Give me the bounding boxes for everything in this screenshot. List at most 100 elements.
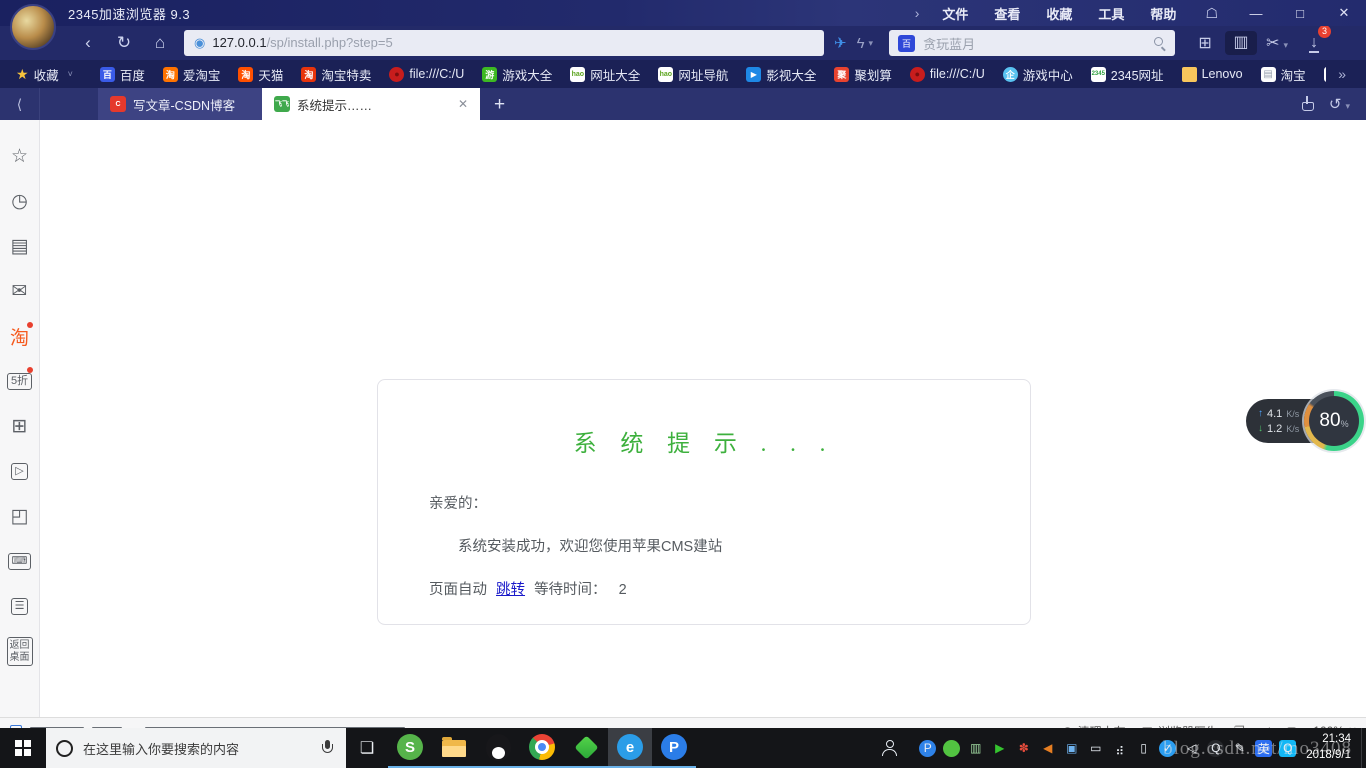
back-button[interactable]: ‹ (70, 33, 106, 53)
menu-file[interactable]: 文件 (929, 4, 981, 23)
sidebar-item[interactable]: ▷ (0, 449, 40, 494)
cortana-icon (56, 740, 73, 757)
memory-usage-ring[interactable]: 80 % (1304, 391, 1364, 451)
bookmarks-overflow-chevron[interactable]: » (1326, 66, 1358, 82)
microphone-icon[interactable] (322, 740, 332, 756)
bookmark-item[interactable]: hao 网址大全 (561, 65, 649, 84)
tray-icon[interactable] (943, 740, 960, 757)
sidebar-item[interactable]: 5折 (0, 359, 40, 404)
menu-favorites[interactable]: 收藏 (1033, 4, 1085, 23)
bookmark-item[interactable]: 淘 爱淘宝 (154, 65, 230, 84)
search-input[interactable]: 贪玩蓝月 (923, 34, 1146, 53)
cortana-search-box[interactable]: 在这里输入你要搜索的内容 (46, 728, 346, 768)
jump-link[interactable]: 跳转 (496, 582, 525, 598)
taskbar-app[interactable]: e (608, 728, 652, 768)
bookmark-label: 天猫 (258, 65, 283, 84)
tray-icon[interactable]: ▥ (967, 740, 984, 757)
restore-tab-button[interactable]: ↺▾ (1329, 95, 1350, 114)
tray-icon[interactable]: P (919, 740, 936, 757)
sidebar-item[interactable]: 返回桌面 (0, 629, 40, 674)
skin-theme-icon[interactable]: ☖ (1189, 5, 1234, 22)
bookmark-item[interactable]: 聚 聚划算 (825, 65, 901, 84)
user-avatar[interactable] (10, 4, 56, 50)
taskbar-app[interactable] (432, 728, 476, 768)
tray-icon[interactable]: ▶ (991, 740, 1008, 757)
bookmark-item[interactable]: 游 游戏大全 (473, 65, 561, 84)
search-box[interactable]: 百 贪玩蓝月 (889, 30, 1175, 56)
favorites-menu[interactable]: ★ 收藏 ˅ (8, 65, 81, 84)
clean-traces-broom-icon[interactable] (1299, 96, 1315, 112)
search-icon[interactable] (1154, 37, 1166, 49)
reading-mode-icon[interactable]: ▥ (1225, 31, 1257, 55)
new-tab-button[interactable]: + (494, 90, 505, 120)
taskbar-app[interactable] (476, 728, 520, 768)
maximize-button[interactable]: □ (1278, 6, 1322, 21)
bookmark-item[interactable]: 淘 天猫 (229, 65, 292, 84)
sidebar-item[interactable]: ◰ (0, 494, 40, 539)
bookmark-item[interactable]: 2345 2345网址 (1082, 65, 1173, 84)
tray-icon[interactable]: ▣ (1063, 740, 1080, 757)
tab-csdn[interactable]: C 写文章-CSDN博客 (98, 88, 262, 120)
bookmark-item[interactable]: ● file:///C:/U (901, 67, 994, 82)
bookmark-item[interactable]: ▤ hao123导 (1315, 65, 1327, 84)
home-button[interactable]: ⌂ (142, 33, 178, 53)
tray-icon[interactable]: ⣴ (1111, 740, 1128, 757)
bookmark-item[interactable]: ● file:///C:/U (380, 67, 473, 82)
extensions-icon[interactable]: ⊞ (1189, 33, 1221, 53)
sidebar-item-icon: ▤ (11, 235, 29, 258)
taskbar-app[interactable] (564, 728, 608, 768)
sidebar-item[interactable]: ⌨ (0, 539, 40, 584)
sidebar-item-icon: ☆ (11, 145, 28, 168)
tab-system-prompt[interactable]: 飞飞 系统提示…… ✕ (262, 88, 480, 120)
start-button[interactable] (0, 728, 46, 768)
menu-help[interactable]: 帮助 (1137, 4, 1189, 23)
speed-widget[interactable]: ↑ 4.1 K/s ↓ 1.2 K/s 80 % (1246, 391, 1366, 451)
sidebar-item[interactable]: ⊞ (0, 404, 40, 449)
bookmark-label: 网址导航 (678, 65, 728, 84)
sidebar-item[interactable]: ✉ (0, 269, 40, 314)
site-security-icon[interactable]: ◉ (194, 35, 205, 51)
flash-mode-icon[interactable]: ϟ (857, 35, 865, 52)
tray-icon[interactable]: ✽ (1015, 740, 1032, 757)
greeting-text: 亲爱的： (429, 492, 1030, 513)
screenshot-scissors-icon[interactable]: ✂▾ (1261, 33, 1293, 53)
bookmark-item[interactable]: 淘 淘宝特卖 (292, 65, 380, 84)
taskbar-app[interactable]: S (388, 728, 432, 768)
sidebar-item[interactable]: 淘 (0, 314, 40, 359)
tab-close-icon[interactable]: ✕ (458, 97, 468, 111)
people-icon[interactable] (881, 740, 897, 756)
sidebar-item-icon: ⊞ (12, 415, 28, 438)
tab-scroll-left-icon[interactable]: ⟨ (0, 88, 40, 120)
sidebar-item-icon: 返回桌面 (7, 637, 33, 666)
taskbar-search-input[interactable]: 在这里输入你要搜索的内容 (83, 739, 312, 758)
taskbar-app[interactable]: P (652, 728, 696, 768)
menu-expander-chevron[interactable]: › (905, 5, 930, 21)
show-desktop-strip[interactable] (1361, 728, 1366, 768)
bookmark-item[interactable]: 百 百度 (91, 65, 154, 84)
menu-tools[interactable]: 工具 (1085, 4, 1137, 23)
tray-icon[interactable]: ▯ (1135, 740, 1152, 757)
minimize-button[interactable]: — (1234, 6, 1278, 21)
bookmark-item[interactable]: ▤ 淘宝 (1252, 65, 1315, 84)
menu-view[interactable]: 查看 (981, 4, 1033, 23)
close-button[interactable]: ✕ (1322, 5, 1366, 21)
mode-dropdown-caret[interactable]: ▾ (869, 38, 874, 49)
taskbar-clock[interactable]: 21:34 2018/9/1 (1300, 732, 1361, 763)
bookmark-item[interactable]: ▶ 影视大全 (737, 65, 825, 84)
sidebar-item[interactable]: ☆ (0, 134, 40, 179)
downloads-button[interactable]: ↓ 3 (1297, 34, 1331, 52)
sidebar-item-icon: 淘 (10, 323, 29, 350)
address-bar[interactable]: ◉ 127.0.0.1/sp/install.php?step=5 (184, 30, 824, 56)
tray-icon[interactable]: ▭ (1087, 740, 1104, 757)
bookmark-item[interactable]: Lenovo (1173, 67, 1252, 82)
taskbar-app[interactable] (520, 728, 564, 768)
task-view-button[interactable]: ❏ (346, 738, 388, 758)
sidebar-item[interactable]: ◷ (0, 179, 40, 224)
sidebar-item[interactable]: ☰ (0, 584, 40, 629)
tray-icon[interactable]: ◀ (1039, 740, 1056, 757)
bookmark-item[interactable]: 企 游戏中心 (994, 65, 1082, 84)
sidebar-item[interactable]: ▤ (0, 224, 40, 269)
bookmark-item[interactable]: hao 网址导航 (649, 65, 737, 84)
speed-boost-icon[interactable]: ✈ (834, 34, 847, 52)
refresh-button[interactable]: ↻ (106, 33, 142, 53)
